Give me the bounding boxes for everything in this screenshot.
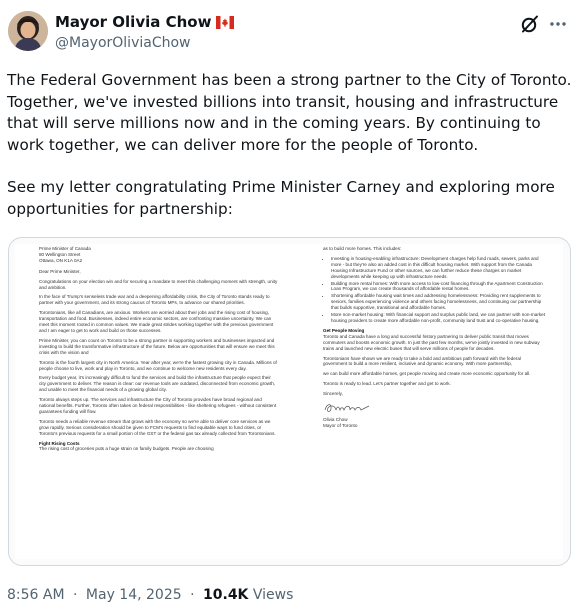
meta-separator: · bbox=[190, 587, 195, 603]
views-label: Views bbox=[252, 587, 294, 603]
letter-paragraph: Congratulations on your election win and… bbox=[39, 278, 278, 290]
tweet-meta: 8:56 AM · May 14, 2025 · 10.4K Views bbox=[7, 586, 293, 604]
canada-flag-icon bbox=[216, 15, 235, 29]
letter-paragraph: The rising cost of groceries puts a huge… bbox=[39, 446, 214, 452]
letter-address-line: Ottawa, ON K1A 0A2 bbox=[39, 257, 83, 263]
letter-bullet-list: Investing in housing-enabling infrastruc… bbox=[323, 256, 545, 324]
tweet-paragraph: See my letter congratulating Prime Minis… bbox=[7, 178, 555, 218]
avatar[interactable] bbox=[8, 11, 48, 51]
letter-right-column: as to build more homes. This includes: I… bbox=[323, 246, 545, 429]
letter-paragraph: In the face of Trump's senseless trade w… bbox=[39, 294, 270, 306]
letter-paragraph: Toronto always steps up. The services an… bbox=[39, 397, 277, 414]
user-handle[interactable]: @MayorOliviaChow bbox=[55, 34, 190, 52]
tweet-paragraph: The Federal Government has been a strong… bbox=[7, 71, 572, 154]
letter-paragraph: as to build more homes. This includes: bbox=[323, 246, 402, 251]
letter-bullet: Investing in housing-enabling infrastruc… bbox=[331, 256, 545, 280]
more-dots-icon[interactable] bbox=[548, 15, 568, 33]
grok-icon[interactable] bbox=[520, 14, 540, 34]
letter-paragraph: Torontonians, like all Canadians, are an… bbox=[39, 310, 274, 333]
letter-paragraph: Prime Minister, you can count on Toronto… bbox=[39, 337, 275, 355]
meta-separator: · bbox=[73, 587, 78, 603]
post-time[interactable]: 8:56 AM bbox=[7, 587, 65, 603]
letter-salutation: Dear Prime Minister, bbox=[39, 268, 81, 274]
letter-bullet: Shortening affordable housing wait times… bbox=[331, 293, 545, 311]
post-date[interactable]: May 14, 2025 bbox=[86, 587, 182, 603]
letter-paragraph: Toronto needs a reliable revenue stream … bbox=[39, 418, 276, 436]
letter-paragraph: Toronto and Canada have a long and succe… bbox=[323, 333, 540, 351]
letter-closing: Sincerely, bbox=[323, 391, 343, 397]
letter-page: Prime Minister of Canada 80 Wellington S… bbox=[15, 244, 563, 559]
letter-paragraph: Toronto is the fourth largest city in No… bbox=[39, 359, 277, 371]
letter-paragraph: Every budget year, it's increasingly dif… bbox=[39, 375, 276, 393]
letter-paragraph: Toronto is ready to lead. Let's partner … bbox=[323, 381, 451, 387]
letter-paragraph: we can build more affordable homes, get … bbox=[323, 371, 531, 377]
letter-signer-title: Mayor of Toronto bbox=[323, 422, 358, 428]
display-name[interactable]: Mayor Olivia Chow bbox=[55, 13, 211, 31]
letter-bullet: Building more rental homes: With more ac… bbox=[331, 281, 545, 293]
letter-bullet: More non-market housing: With financial … bbox=[331, 312, 545, 324]
name-row: Mayor Olivia Chow bbox=[55, 13, 235, 31]
signature-icon bbox=[324, 404, 370, 412]
tweet-header: Mayor Olivia Chow @MayorOliviaChow bbox=[0, 0, 577, 62]
views-count: 10.4K bbox=[203, 587, 249, 603]
letter-image[interactable]: Prime Minister of Canada 80 Wellington S… bbox=[8, 237, 571, 566]
letter-left-column: Prime Minister of Canada 80 Wellington S… bbox=[39, 246, 279, 456]
letter-paragraph: Torontonians have shown we are ready to … bbox=[323, 355, 521, 367]
tweet-text: The Federal Government has been a strong… bbox=[7, 70, 572, 220]
